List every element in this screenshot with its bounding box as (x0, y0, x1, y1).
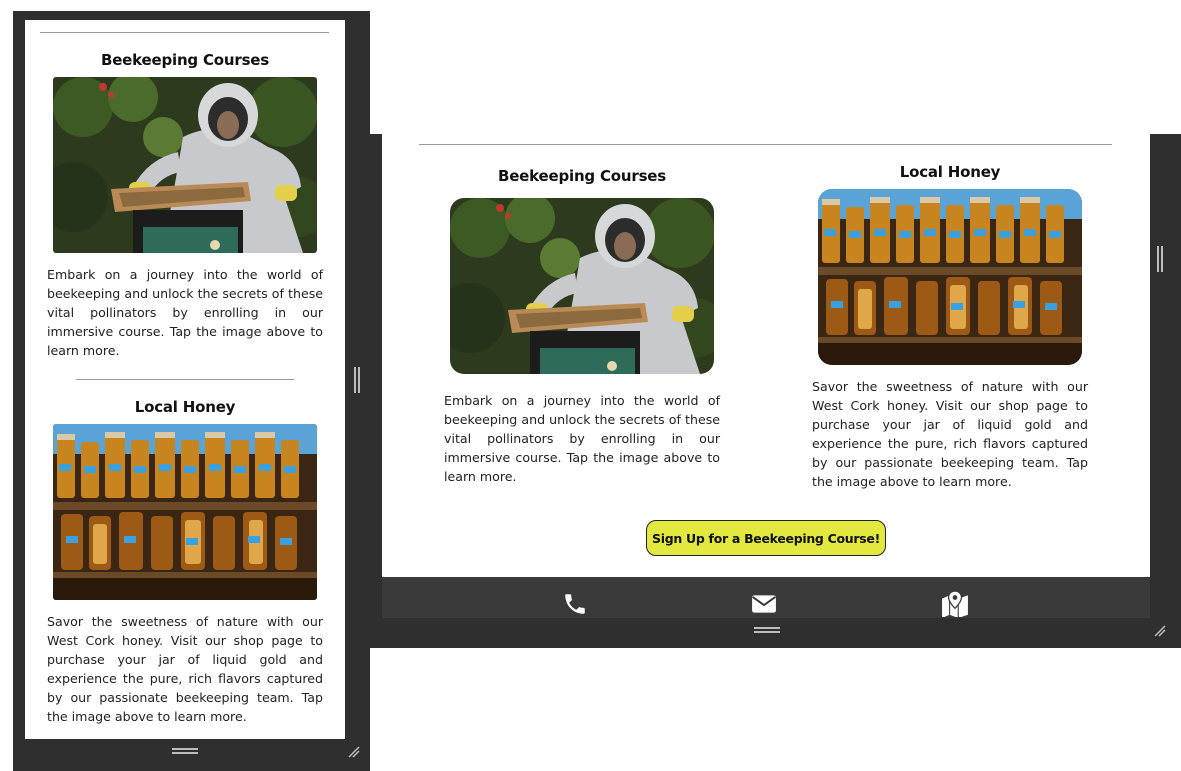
tablet-device-frame: Beekeeping Courses Embark on a journey i… (354, 134, 1181, 648)
card-title-courses: Beekeeping Courses (497, 167, 667, 185)
phone-icon[interactable] (562, 591, 590, 619)
mobile-screen: Beekeeping Courses Embark on a journey i… (25, 20, 345, 739)
card-title-honey: Local Honey (134, 398, 236, 416)
card-text-courses: Embark on a journey into the world of be… (47, 267, 323, 358)
card-text-honey: Savor the sweetness of nature with our W… (812, 379, 1088, 489)
honey-photo (818, 189, 1082, 365)
beekeeper-image[interactable] (450, 198, 714, 374)
honey-image[interactable] (53, 424, 317, 600)
card-text-honey: Savor the sweetness of nature with our W… (47, 614, 323, 724)
resize-handle-bottom[interactable] (172, 747, 198, 755)
resize-handle-right[interactable] (1156, 246, 1164, 272)
beekeeper-photo (53, 77, 317, 253)
footer-bar (382, 577, 1150, 618)
card-title-courses: Beekeeping Courses (100, 51, 270, 69)
divider (419, 144, 1112, 145)
tablet-screen: Beekeeping Courses Embark on a journey i… (382, 134, 1150, 577)
honey-photo (53, 424, 317, 600)
envelope-icon[interactable] (751, 591, 779, 619)
sign-up-course-button[interactable]: Sign Up for a Beekeeping Course! (646, 520, 886, 556)
card-text-courses: Embark on a journey into the world of be… (444, 393, 720, 484)
beekeeper-image[interactable] (53, 77, 317, 253)
beekeeper-photo (450, 198, 714, 374)
divider (76, 379, 294, 380)
honey-image[interactable] (818, 189, 1082, 365)
resize-grip-icon[interactable] (1154, 624, 1166, 637)
card-title-honey: Local Honey (899, 163, 1001, 181)
resize-handle-left[interactable] (353, 367, 361, 393)
resize-grip-icon[interactable] (348, 745, 360, 758)
resize-handle-bottom[interactable] (754, 626, 780, 634)
divider (40, 32, 329, 33)
map-icon[interactable] (941, 590, 969, 619)
mobile-device-frame: Beekeeping Courses Embark on a journey i… (13, 11, 370, 771)
